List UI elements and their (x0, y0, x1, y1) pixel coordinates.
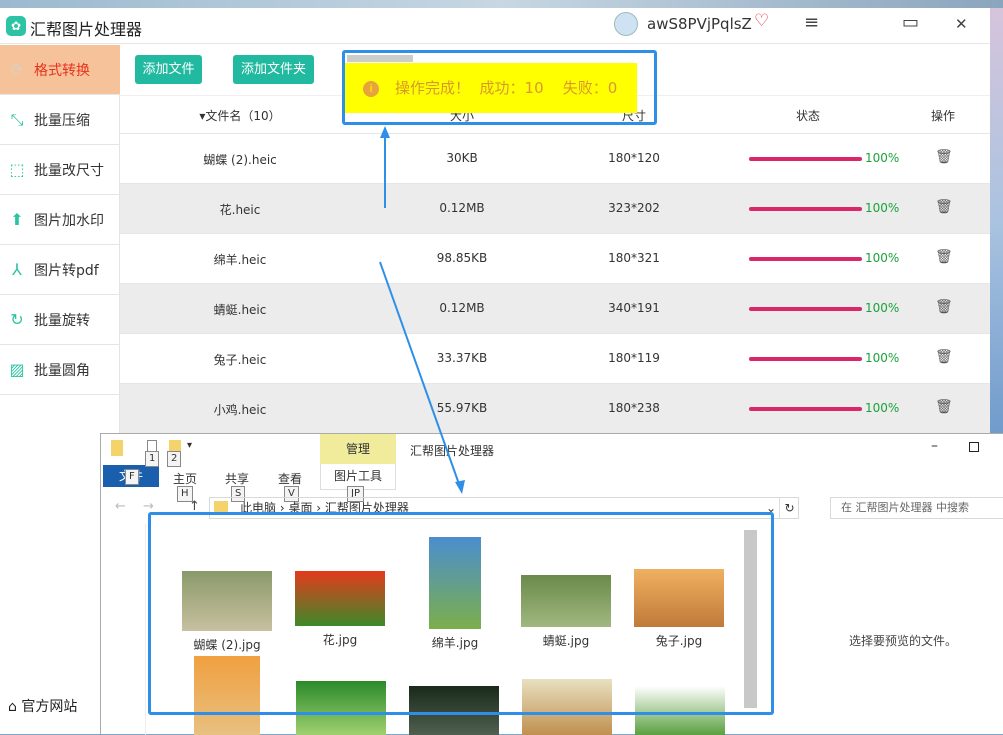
arrow-line (379, 261, 460, 485)
arrow-head (455, 480, 465, 494)
arrow-head (380, 126, 390, 138)
annotation-arrows (379, 126, 465, 494)
